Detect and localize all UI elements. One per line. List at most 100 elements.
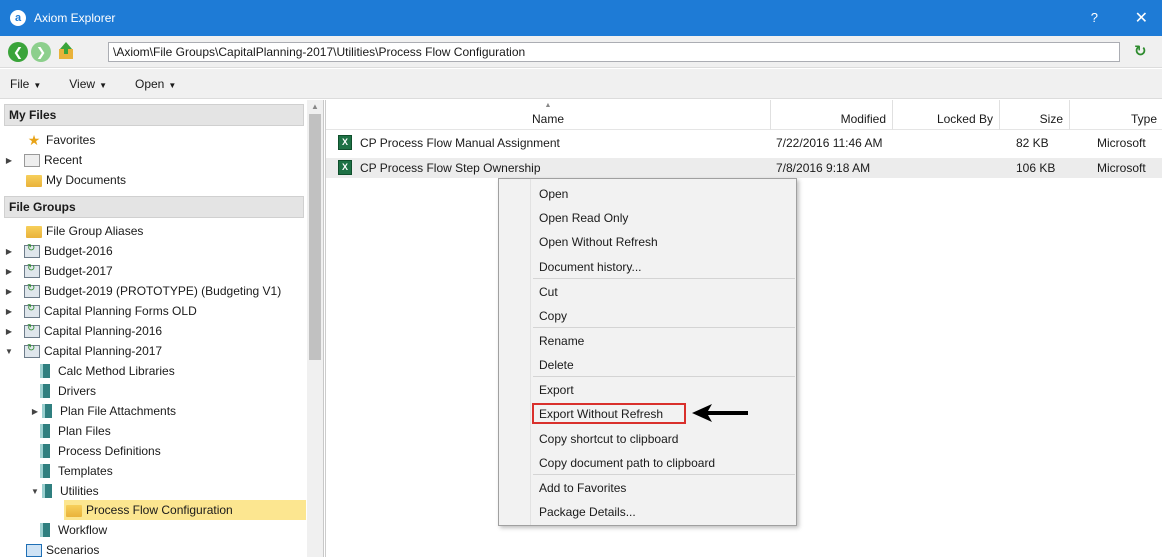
menu-item-copy-document-path[interactable]: Copy document path to clipboard <box>539 456 715 470</box>
tree-item-label: Capital Planning-2017 <box>44 344 163 358</box>
file-group-icon <box>24 283 40 298</box>
folder-icon <box>26 175 42 187</box>
chevron-down-icon: ▼ <box>33 80 42 90</box>
navigation-pane: My Files ★ Favorites ▶ Recent My Documen… <box>0 100 324 557</box>
menu-separator <box>533 278 795 279</box>
column-header-name[interactable]: ▲ Name <box>326 100 771 130</box>
library-icon <box>42 484 52 498</box>
menu-item-open-read-only[interactable]: Open Read Only <box>539 211 628 225</box>
column-header-locked-by[interactable]: Locked By <box>893 100 1000 130</box>
tree-item-favorites[interactable]: ★ Favorites <box>14 130 96 150</box>
close-button[interactable]: ✕ <box>1135 8 1148 28</box>
tree-item-label: Plan Files <box>58 424 111 438</box>
tree-item-label: Budget-2017 <box>44 264 113 278</box>
file-type: Microsoft <box>1097 136 1146 150</box>
tree-item-calc-method-libraries[interactable]: Calc Method Libraries <box>36 361 175 381</box>
menu-item-delete[interactable]: Delete <box>539 358 574 372</box>
tree-item-label: Capital Planning-2016 <box>44 324 163 338</box>
expand-arrow-icon[interactable]: ▶ <box>4 327 14 336</box>
context-menu: Open Open Read Only Open Without Refresh… <box>498 178 797 526</box>
tree-item-process-definitions[interactable]: Process Definitions <box>36 441 161 461</box>
tree-item-scenarios[interactable]: Scenarios <box>24 540 99 557</box>
tree-item-label: Calc Method Libraries <box>58 364 175 378</box>
file-group-icon <box>24 303 40 318</box>
file-groups-header: File Groups <box>4 196 304 218</box>
tree-item-label: Favorites <box>46 133 96 147</box>
expand-arrow-icon[interactable]: ▶ <box>4 267 14 276</box>
tree-item-budget-2017[interactable]: ▶ Budget-2017 <box>4 261 113 281</box>
tree-item-label: Recent <box>44 153 83 167</box>
tree-item-capital-planning-2016[interactable]: ▶ Capital Planning-2016 <box>4 321 162 341</box>
menu-open[interactable]: Open ▼ <box>135 77 176 91</box>
menu-file[interactable]: File ▼ <box>10 77 41 91</box>
tree-item-utilities[interactable]: ▼ Utilities <box>30 481 99 501</box>
excel-file-icon: X <box>338 160 352 175</box>
tree-item-capital-planning-2017[interactable]: ▼ Capital Planning-2017 <box>4 341 162 361</box>
address-bar: ❮ ❯ ↻ <box>0 36 1162 68</box>
tree-item-budget-2019[interactable]: ▶ Budget-2019 (PROTOTYPE) (Budgeting V1) <box>4 281 281 301</box>
column-header-modified[interactable]: Modified <box>771 100 893 130</box>
menu-item-add-to-favorites[interactable]: Add to Favorites <box>539 481 626 495</box>
tree-item-budget-2016[interactable]: ▶ Budget-2016 <box>4 241 113 261</box>
tree-item-workflow[interactable]: Workflow <box>36 520 107 540</box>
tree-item-label: Process Definitions <box>58 444 161 458</box>
file-row[interactable]: X CP Process Flow Manual Assignment 7/22… <box>326 133 1162 153</box>
tree-item-templates[interactable]: Templates <box>36 461 113 481</box>
tree-item-process-flow-configuration[interactable]: Process Flow Configuration <box>64 500 306 520</box>
tree-item-drivers[interactable]: Drivers <box>36 381 96 401</box>
menu-item-open-without-refresh[interactable]: Open Without Refresh <box>539 235 658 249</box>
tree-item-recent[interactable]: ▶ Recent <box>4 150 82 170</box>
scroll-up-icon[interactable]: ▲ <box>311 102 319 111</box>
tree-item-plan-files[interactable]: Plan Files <box>36 421 111 441</box>
menu-view[interactable]: View ▼ <box>69 77 107 91</box>
tree-item-plan-file-attachments[interactable]: ▶ Plan File Attachments <box>30 401 176 421</box>
menu-item-package-details[interactable]: Package Details... <box>539 505 636 519</box>
file-size: 106 KB <box>1016 161 1056 175</box>
menu-item-cut[interactable]: Cut <box>539 285 558 299</box>
menu-item-open[interactable]: Open <box>539 187 568 201</box>
column-header-size[interactable]: Size <box>1000 100 1070 130</box>
column-header-label: Size <box>1039 111 1063 126</box>
expand-arrow-icon[interactable]: ▶ <box>4 156 14 165</box>
menu-item-rename[interactable]: Rename <box>539 334 584 348</box>
tree-item-my-documents[interactable]: My Documents <box>24 170 126 190</box>
app-logo-icon: a <box>10 10 26 26</box>
file-type: Microsoft <box>1097 161 1146 175</box>
tree-item-file-group-aliases[interactable]: File Group Aliases <box>24 221 143 241</box>
forward-button[interactable]: ❯ <box>31 42 51 62</box>
menu-item-copy[interactable]: Copy <box>539 309 567 323</box>
file-row-selected[interactable]: X CP Process Flow Step Ownership 7/8/201… <box>326 158 1162 178</box>
menu-file-label: File <box>10 76 30 91</box>
file-group-icon <box>24 343 40 358</box>
expand-arrow-icon[interactable]: ▶ <box>4 247 14 256</box>
column-header-type[interactable]: Type <box>1070 100 1162 130</box>
vertical-scrollbar[interactable]: ▲ <box>307 100 323 557</box>
scroll-thumb[interactable] <box>309 114 321 360</box>
library-icon <box>40 444 50 458</box>
star-icon: ★ <box>27 132 41 148</box>
expand-arrow-icon[interactable]: ▶ <box>4 307 14 316</box>
library-icon <box>40 523 50 537</box>
title-bar: a Axiom Explorer ? ✕ <box>0 0 1162 36</box>
expand-arrow-icon[interactable]: ▶ <box>4 287 14 296</box>
help-button[interactable]: ? <box>1091 10 1098 25</box>
menu-item-document-history[interactable]: Document history... <box>539 260 641 274</box>
tree-item-capital-planning-forms-old[interactable]: ▶ Capital Planning Forms OLD <box>4 301 197 321</box>
path-input[interactable] <box>108 42 1120 62</box>
sort-ascending-icon: ▲ <box>544 102 552 109</box>
menu-item-export[interactable]: Export <box>539 383 574 397</box>
menu-separator <box>533 376 795 377</box>
tree-item-label: Workflow <box>58 523 108 537</box>
collapse-arrow-icon[interactable]: ▼ <box>4 347 14 356</box>
menu-item-copy-shortcut[interactable]: Copy shortcut to clipboard <box>539 432 678 446</box>
tree-item-label: Plan File Attachments <box>60 404 177 418</box>
refresh-icon[interactable]: ↻ <box>1134 44 1150 60</box>
up-folder-button[interactable] <box>55 40 77 62</box>
expand-arrow-icon[interactable]: ▶ <box>30 407 40 416</box>
collapse-arrow-icon[interactable]: ▼ <box>30 487 40 496</box>
tree-item-label: Process Flow Configuration <box>86 503 233 517</box>
menu-view-label: View <box>69 76 96 91</box>
back-button[interactable]: ❮ <box>8 42 28 62</box>
column-header-label: Locked By <box>936 111 993 126</box>
tree-item-label: Budget-2016 <box>44 244 113 258</box>
